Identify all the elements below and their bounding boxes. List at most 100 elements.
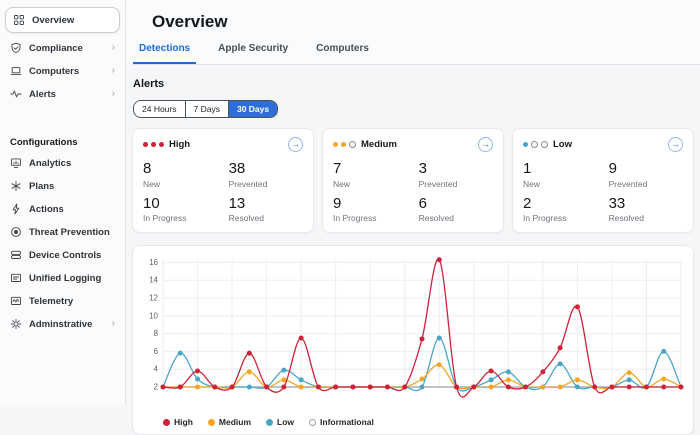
severity-card-medium: Medium→ 7New3Prevented9In Progress6Resolv… (322, 128, 504, 233)
sidebar-item-label: Alerts (29, 89, 56, 100)
sidebar-item-label: Actions (29, 204, 64, 215)
legend-item-informational[interactable]: Informational (309, 417, 374, 427)
sidebar-item-label: Computers (29, 66, 79, 77)
severity-dot (541, 141, 548, 148)
sidebar-item-threat-prevention[interactable]: Threat Prevention (0, 221, 125, 243)
stack-icon (10, 249, 22, 261)
sidebar-item-analytics[interactable]: Analytics (0, 152, 125, 174)
sidebar-item-alerts[interactable]: Alerts › (0, 83, 125, 105)
stat-label: In Progress (523, 213, 609, 223)
go-to-arrow-icon[interactable]: → (478, 137, 493, 152)
stat-value: 6 (419, 196, 493, 213)
sidebar-item-label: Threat Prevention (29, 227, 110, 238)
card-stats: 8New38Prevented10In Progress13Resolved (143, 161, 303, 223)
chevron-right-icon: › (112, 89, 115, 99)
stat-value: 1 (523, 161, 609, 178)
sidebar-item-computers[interactable]: Computers › (0, 60, 125, 82)
severity-dots (523, 141, 548, 148)
sidebar-item-label: Device Controls (29, 250, 101, 261)
sidebar-item-label: Plans (29, 181, 54, 192)
sidebar-item-actions[interactable]: Actions (0, 198, 125, 220)
app-root: Overview Compliance› Computers › Alerts › Con… (0, 0, 700, 405)
stat-new: 8New (143, 161, 229, 189)
go-to-arrow-icon[interactable]: → (288, 137, 303, 152)
sidebar-item-telemetry[interactable]: Telemetry (0, 290, 125, 312)
stat-value: 38 (229, 161, 303, 178)
stat-value: 9 (333, 196, 419, 213)
stat-label: New (333, 179, 419, 189)
legend-label: Low (277, 417, 294, 427)
laptop-icon (10, 65, 22, 77)
sidebar-item-unified-logging[interactable]: Unified Logging (0, 267, 125, 289)
stat-value: 7 (333, 161, 419, 178)
tab-detections[interactable]: Detections (133, 43, 196, 64)
target-icon (10, 226, 22, 238)
legend-label: Medium (219, 417, 251, 427)
sidebar-item-compliance[interactable]: Compliance› (0, 37, 125, 59)
stat-value: 8 (143, 161, 229, 178)
asterisk-icon (10, 180, 22, 192)
severity-label: High (169, 139, 190, 150)
go-to-arrow-icon[interactable]: → (668, 137, 683, 152)
svg-text:12: 12 (149, 294, 158, 303)
severity-card-high: High → 8New38Prevented10In Progress13Resol… (132, 128, 314, 233)
stat-resolved: 33Resolved (609, 196, 683, 224)
tab-computers[interactable]: Computers (310, 43, 375, 64)
sidebar-item-label: Adminstrative (29, 319, 92, 330)
sidebar-item-label: Overview (32, 15, 74, 26)
chevron-right-icon: › (112, 66, 115, 76)
severity-card-low: Low→1New9Prevented2In Progress33Resolved (512, 128, 694, 233)
sidebar-item-adminstrative[interactable]: Adminstrative › (0, 313, 125, 335)
card-stats: 7New3Prevented9In Progress6Resolved (333, 161, 493, 223)
content-area: Alerts 24 Hours7 Days30 Days High→8New38… (126, 65, 700, 435)
analytics-icon (10, 157, 22, 169)
legend-label: Informational (320, 417, 374, 427)
gear-icon (10, 318, 22, 330)
svg-text:4: 4 (154, 365, 159, 374)
sidebar-item-device-controls[interactable]: Device Controls (0, 244, 125, 266)
legend-dot-icon (266, 419, 273, 426)
severity-dot (531, 141, 538, 148)
legend-dot-icon (208, 419, 215, 426)
severity-dots (143, 142, 164, 147)
stat-resolved: 13Resolved (229, 196, 303, 224)
stat-new: 1New (523, 161, 609, 189)
severity-dot (349, 141, 356, 148)
severity-dot (333, 142, 338, 147)
svg-text:2: 2 (154, 383, 159, 392)
sidebar: Overview Compliance› Computers › Alerts › Con… (0, 0, 126, 405)
legend-label: High (174, 417, 193, 427)
svg-text:6: 6 (154, 347, 159, 356)
card-header: High → (143, 137, 303, 152)
alerts-line-chart: 246810121416 (141, 255, 685, 411)
legend-item-medium[interactable]: Medium (208, 417, 251, 427)
time-filter-24-hours[interactable]: 24 Hours (134, 101, 186, 117)
card-header: Medium→ (333, 137, 493, 152)
sidebar-item-plans[interactable]: Plans (0, 175, 125, 197)
legend-item-low[interactable]: Low (266, 417, 294, 427)
svg-text:14: 14 (149, 276, 158, 285)
sidebar-section-configurations: Configurations (0, 129, 125, 151)
svg-text:16: 16 (149, 258, 158, 267)
tab-bar: Detections Apple Security Computers (132, 43, 700, 65)
grid-icon (13, 14, 25, 26)
severity-dot (151, 142, 156, 147)
severity-dot (143, 142, 148, 147)
time-range-segmented-control: 24 Hours7 Days30 Days (133, 100, 278, 118)
stat-value: 13 (229, 196, 303, 213)
shield-icon (10, 42, 22, 54)
time-filter-30-days[interactable]: 30 Days (229, 101, 277, 117)
legend-item-high[interactable]: High (163, 417, 193, 427)
tab-apple-security[interactable]: Apple Security (212, 43, 294, 64)
main-area: Overview Detections Apple Security Compute… (126, 0, 700, 405)
card-header: Low→ (523, 137, 683, 152)
stat-prevented: 9Prevented (609, 161, 683, 189)
stat-label: Resolved (229, 213, 303, 223)
severity-dot (341, 142, 346, 147)
sidebar-item-overview[interactable]: Overview (5, 7, 120, 33)
chevron-right-icon: › (112, 319, 115, 329)
stat-value: 10 (143, 196, 229, 213)
page-title: Overview (152, 12, 700, 32)
sidebar-item-label: Unified Logging (29, 273, 101, 284)
time-filter-7-days[interactable]: 7 Days (186, 101, 229, 117)
